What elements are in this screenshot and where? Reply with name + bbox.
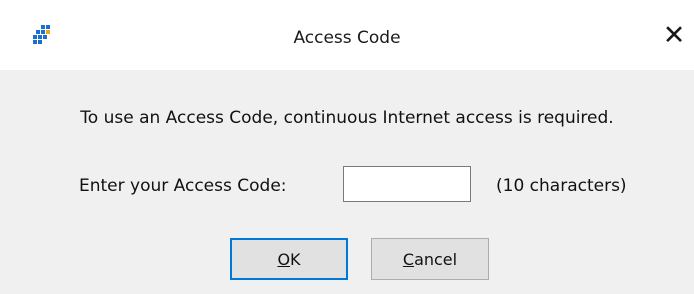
close-icon[interactable]: ✕: [654, 13, 694, 59]
ok-button[interactable]: OK: [230, 238, 348, 280]
cancel-button-label: ancel: [414, 249, 458, 269]
access-code-input[interactable]: [343, 166, 471, 202]
access-code-length-hint: (10 characters): [496, 176, 627, 196]
cancel-button-mnemonic: C: [402, 249, 415, 269]
cancel-button[interactable]: Cancel: [371, 238, 489, 280]
ok-button-mnemonic: O: [277, 249, 291, 269]
dialog-title: Access Code: [293, 28, 401, 48]
dialog-titlebar: Access Code ✕: [0, 0, 694, 70]
ok-button-label: K: [290, 249, 301, 269]
access-code-label: Enter your Access Code:: [79, 176, 287, 196]
info-message: To use an Access Code, continuous Intern…: [80, 108, 614, 128]
